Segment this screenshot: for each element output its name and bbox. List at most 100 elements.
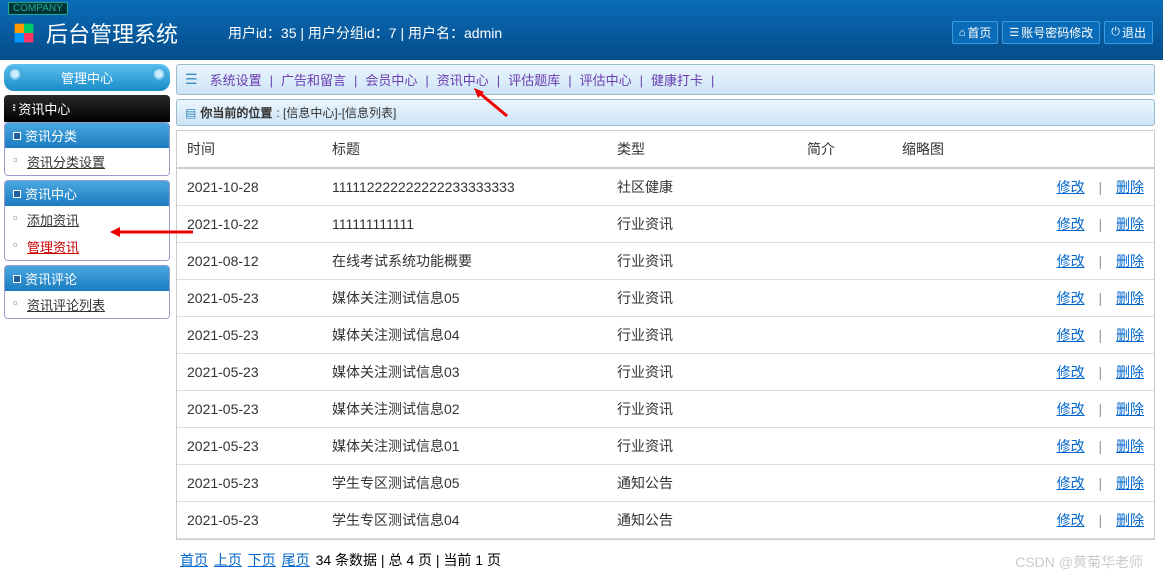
- table-row: 2021-05-23 媒体关注测试信息02 行业资讯 修改 | 删除: [177, 391, 1154, 428]
- table-row: 2021-05-23 媒体关注测试信息04 行业资讯 修改 | 删除: [177, 317, 1154, 354]
- page-info: 34 条数据 | 总 4 页 | 当前 1 页: [316, 552, 501, 568]
- edit-link[interactable]: 修改: [1057, 253, 1085, 269]
- cell-type: 社区健康: [607, 168, 797, 206]
- cell-type: 行业资讯: [607, 354, 797, 391]
- delete-link[interactable]: 删除: [1116, 179, 1144, 195]
- watermark: CSDN @黄菊华老师: [1015, 552, 1143, 572]
- col-thumb: 缩略图: [892, 131, 982, 168]
- cell-time: 2021-05-23: [177, 280, 322, 317]
- cell-actions: 修改 | 删除: [982, 317, 1154, 354]
- cell-thumb: [892, 317, 982, 354]
- sidebar-item[interactable]: 资讯评论列表: [5, 291, 169, 318]
- logout-button[interactable]: ⏻退出: [1104, 21, 1153, 44]
- edit-link[interactable]: 修改: [1057, 438, 1085, 454]
- topnav-link[interactable]: 健康打卡: [643, 73, 711, 88]
- management-center-bar[interactable]: 管理中心: [4, 64, 170, 91]
- table-row: 2021-05-23 媒体关注测试信息05 行业资讯 修改 | 删除: [177, 280, 1154, 317]
- topnav-link[interactable]: 会员中心: [357, 73, 425, 88]
- edit-link[interactable]: 修改: [1057, 364, 1085, 380]
- cell-time: 2021-05-23: [177, 317, 322, 354]
- topnav-link[interactable]: 系统设置: [202, 73, 270, 88]
- cell-type: 通知公告: [607, 465, 797, 502]
- delete-link[interactable]: 删除: [1116, 512, 1144, 528]
- topnav-link[interactable]: 资讯中心: [429, 73, 497, 88]
- cell-actions: 修改 | 删除: [982, 243, 1154, 280]
- breadcrumb-label: 你当前的位置: [200, 104, 272, 121]
- topnav-link[interactable]: 评估题库: [500, 73, 568, 88]
- table-row: 2021-05-23 媒体关注测试信息01 行业资讯 修改 | 删除: [177, 428, 1154, 465]
- topnav-link[interactable]: 广告和留言: [273, 73, 354, 88]
- delete-link[interactable]: 删除: [1116, 438, 1144, 454]
- col-time: 时间: [177, 131, 322, 168]
- password-button[interactable]: ☰账号密码修改: [1002, 21, 1100, 44]
- sidebar-item[interactable]: 资讯分类设置: [5, 148, 169, 175]
- cell-type: 行业资讯: [607, 206, 797, 243]
- cell-intro: [797, 280, 892, 317]
- cell-type: 行业资讯: [607, 280, 797, 317]
- power-icon: ⏻: [1111, 26, 1120, 39]
- delete-link[interactable]: 删除: [1116, 364, 1144, 380]
- cell-title: 111111111111: [322, 206, 607, 243]
- edit-link[interactable]: 修改: [1057, 216, 1085, 232]
- cell-thumb: [892, 280, 982, 317]
- logo-icon: [10, 19, 38, 47]
- cell-time: 2021-05-23: [177, 502, 322, 539]
- page-last[interactable]: 尾页: [282, 552, 310, 568]
- cell-title: 111112222222222233333333: [322, 168, 607, 206]
- cell-thumb: [892, 168, 982, 206]
- table-row: 2021-10-28 111112222222222233333333 社区健康…: [177, 168, 1154, 206]
- edit-link[interactable]: 修改: [1057, 179, 1085, 195]
- edit-link[interactable]: 修改: [1057, 475, 1085, 491]
- delete-link[interactable]: 删除: [1116, 253, 1144, 269]
- sidebar-group-head[interactable]: 资讯中心: [5, 181, 169, 206]
- square-icon: [13, 275, 21, 283]
- cell-title: 媒体关注测试信息02: [322, 391, 607, 428]
- cell-type: 行业资讯: [607, 391, 797, 428]
- home-icon: ⌂: [959, 27, 966, 39]
- page-next[interactable]: 下页: [248, 552, 276, 568]
- sidebar-section-title: 资讯中心: [18, 99, 70, 118]
- delete-link[interactable]: 删除: [1116, 475, 1144, 491]
- sidebar-section-header: ⁝⁝ 资讯中心: [4, 95, 170, 122]
- sidebar-group-head[interactable]: 资讯分类: [5, 123, 169, 148]
- menu-icon: ☰: [185, 71, 198, 88]
- edit-link[interactable]: 修改: [1057, 401, 1085, 417]
- cell-type: 行业资讯: [607, 317, 797, 354]
- edit-link[interactable]: 修改: [1057, 290, 1085, 306]
- col-intro: 简介: [797, 131, 892, 168]
- table-row: 2021-08-12 在线考试系统功能概要 行业资讯 修改 | 删除: [177, 243, 1154, 280]
- page-prev[interactable]: 上页: [214, 552, 242, 568]
- cell-time: 2021-05-23: [177, 465, 322, 502]
- col-type: 类型: [607, 131, 797, 168]
- cell-actions: 修改 | 删除: [982, 465, 1154, 502]
- cell-intro: [797, 428, 892, 465]
- page-first[interactable]: 首页: [180, 552, 208, 568]
- topnav-link[interactable]: 评估中心: [572, 73, 640, 88]
- doc-icon: ▤: [185, 106, 196, 120]
- sidebar-group-head[interactable]: 资讯评论: [5, 266, 169, 291]
- cell-actions: 修改 | 删除: [982, 206, 1154, 243]
- list-icon: ☰: [1009, 26, 1019, 39]
- sidebar-item[interactable]: 添加资讯: [5, 206, 169, 233]
- col-title: 标题: [322, 131, 607, 168]
- delete-link[interactable]: 删除: [1116, 401, 1144, 417]
- col-actions: [982, 131, 1154, 168]
- cell-title: 学生专区测试信息05: [322, 465, 607, 502]
- delete-link[interactable]: 删除: [1116, 216, 1144, 232]
- pagination: 首页 上页 下页 尾页 34 条数据 | 总 4 页 | 当前 1 页: [176, 540, 1155, 580]
- cell-type: 通知公告: [607, 502, 797, 539]
- cell-intro: [797, 206, 892, 243]
- user-info: 用户id：35 | 用户分组id：7 | 用户名：admin: [228, 23, 502, 43]
- cell-time: 2021-10-28: [177, 168, 322, 206]
- cell-thumb: [892, 354, 982, 391]
- delete-link[interactable]: 删除: [1116, 327, 1144, 343]
- home-button[interactable]: ⌂首页: [952, 21, 999, 44]
- delete-link[interactable]: 删除: [1116, 290, 1144, 306]
- cell-actions: 修改 | 删除: [982, 502, 1154, 539]
- cell-intro: [797, 243, 892, 280]
- sidebar-item[interactable]: 管理资讯: [5, 233, 169, 260]
- edit-link[interactable]: 修改: [1057, 512, 1085, 528]
- edit-link[interactable]: 修改: [1057, 327, 1085, 343]
- cell-intro: [797, 168, 892, 206]
- cell-thumb: [892, 502, 982, 539]
